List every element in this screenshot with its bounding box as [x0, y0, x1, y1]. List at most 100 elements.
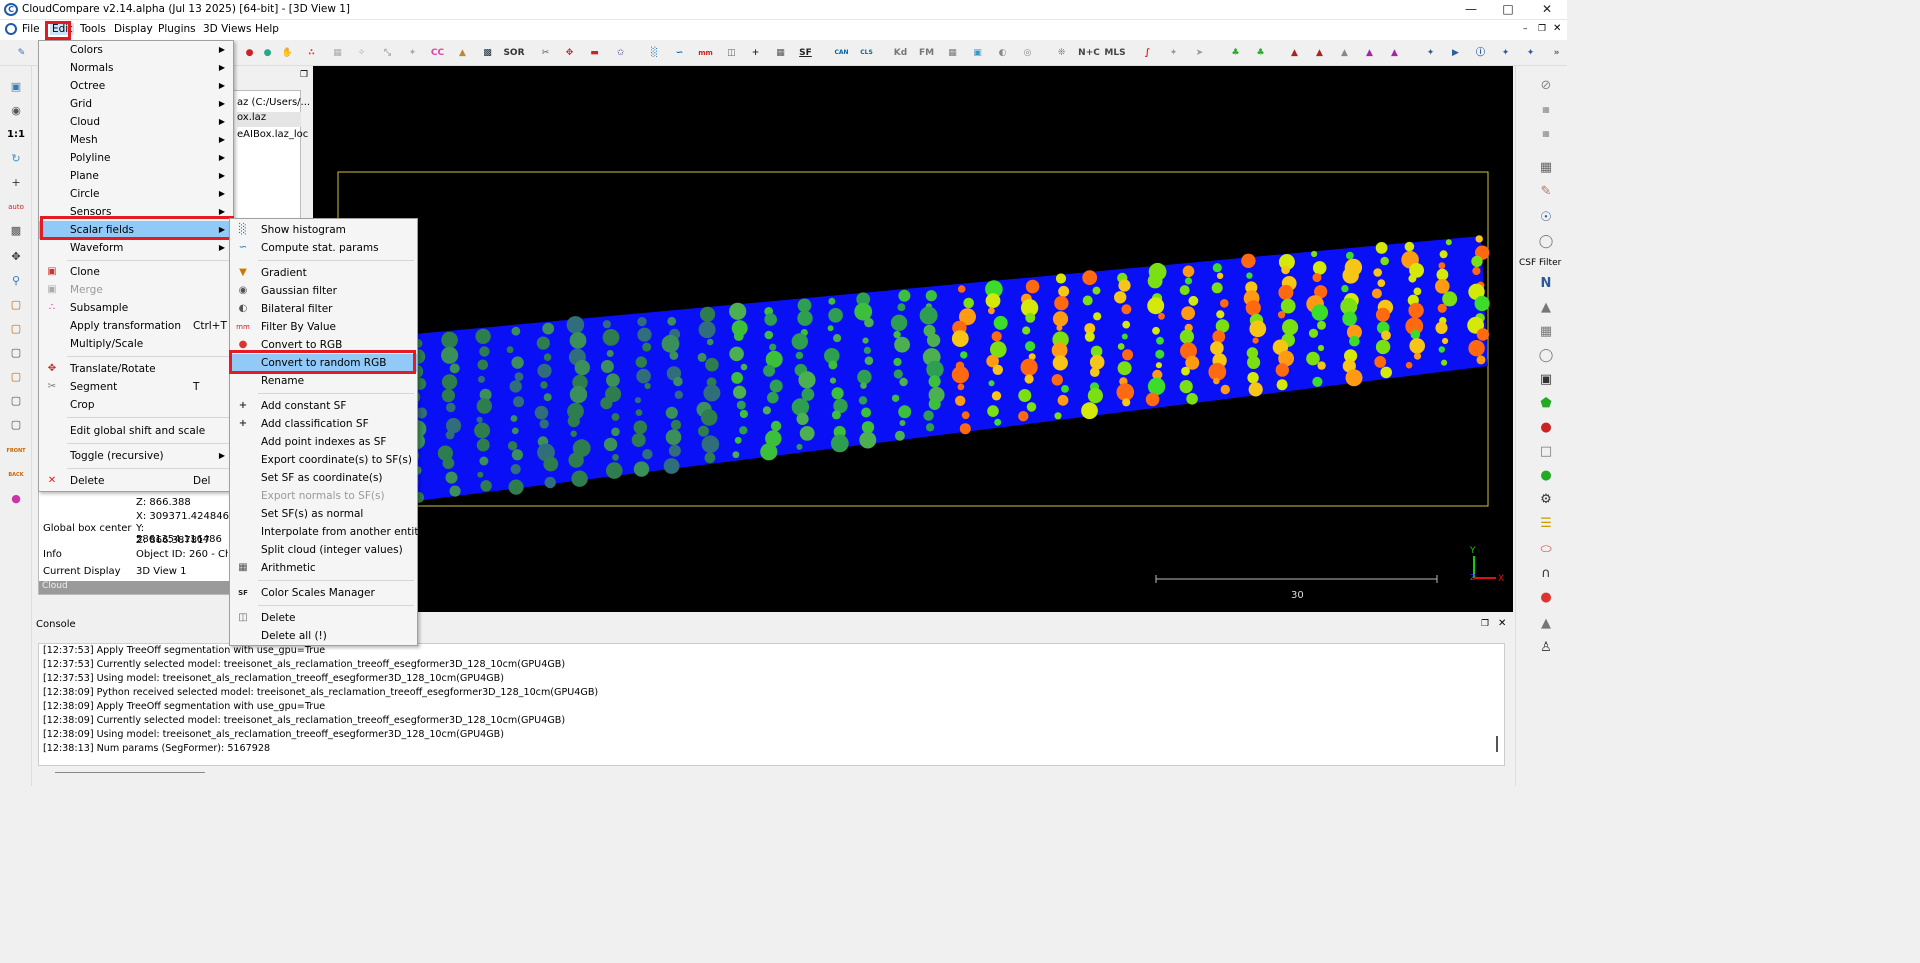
- canupo-create-icon[interactable]: CAN: [832, 44, 851, 62]
- menu-item-add-constant-sf[interactable]: + Add constant SF: [230, 397, 417, 415]
- building2-icon[interactable]: ▲: [1310, 44, 1329, 62]
- menu-item-arithmetic[interactable]: ▦ Arithmetic: [230, 559, 417, 577]
- csv-icon[interactable]: ▦: [1535, 100, 1557, 120]
- menu-item-edit-global-shift[interactable]: Edit global shift and scale: [39, 422, 233, 440]
- translate-icon[interactable]: ✥: [560, 44, 579, 62]
- menu-item-gradient[interactable]: ▼ Gradient: [230, 264, 417, 282]
- plot-icon[interactable]: ∽: [670, 44, 689, 62]
- menu-item-polyline[interactable]: Polyline ▶: [39, 149, 233, 167]
- rgb-icon[interactable]: ●: [1535, 418, 1557, 438]
- front-iso-button[interactable]: FRONT: [6, 442, 26, 460]
- mdi-close-icon[interactable]: ✕: [1553, 23, 1561, 34]
- axis-icon[interactable]: ✩: [611, 44, 630, 62]
- menu-item-interpolate[interactable]: Interpolate from another entity: [230, 523, 425, 541]
- menu-item-normals[interactable]: Normals ▶: [39, 59, 233, 77]
- menu-item-delete[interactable]: ✕ Delete Del: [39, 472, 233, 490]
- rev-icon[interactable]: ▣: [1535, 370, 1557, 390]
- scissors-icon[interactable]: ✂: [536, 44, 555, 62]
- sor-button[interactable]: SOR: [502, 44, 526, 62]
- rotate-icon[interactable]: ↻: [6, 150, 26, 168]
- terrain-icon[interactable]: ▲: [1535, 614, 1557, 634]
- ellipse-icon[interactable]: ⬭: [1535, 540, 1557, 560]
- app-menu-icon[interactable]: [5, 23, 17, 35]
- menu-item-translate-rotate[interactable]: ✥ Translate/Rotate: [39, 360, 233, 378]
- tree-item[interactable]: eAIBox.laz_loc: [237, 129, 308, 140]
- move-icon[interactable]: ✥: [6, 248, 26, 266]
- python-icon[interactable]: ✦: [1421, 44, 1440, 62]
- sample-icon[interactable]: ●: [240, 44, 259, 62]
- console-close-icon[interactable]: ✕: [1498, 618, 1506, 629]
- menu-item-add-classification-sf[interactable]: + Add classification SF: [230, 415, 417, 433]
- menu-item-apply-transformation[interactable]: Apply transformation Ctrl+T: [39, 317, 233, 335]
- calculator-icon[interactable]: ▦: [771, 44, 790, 62]
- color-icon[interactable]: ●: [258, 44, 277, 62]
- menu-item-grid[interactable]: Grid ▶: [39, 95, 233, 113]
- menu-3d-views[interactable]: 3D Views: [203, 23, 252, 35]
- menu-item-plane[interactable]: Plane ▶: [39, 167, 233, 185]
- menu-item-split-cloud[interactable]: Split cloud (integer values): [230, 541, 417, 559]
- menu-item-bilateral-filter[interactable]: ◐ Bilateral filter: [230, 300, 417, 318]
- menu-file[interactable]: File: [22, 23, 40, 35]
- shield2-icon[interactable]: ◯: [1535, 346, 1557, 366]
- checker-icon[interactable]: ▩: [478, 44, 497, 62]
- mls-button[interactable]: MLS: [1103, 44, 1127, 62]
- csf-filter-label[interactable]: CSF Filter: [1519, 258, 1561, 268]
- filmstrip-icon[interactable]: ▦: [1535, 158, 1557, 178]
- compass-tb-icon[interactable]: ➤: [1190, 44, 1209, 62]
- menu-item-cloud[interactable]: Cloud ▶: [39, 113, 233, 131]
- add-sf-icon[interactable]: +: [746, 44, 765, 62]
- menu-item-sf-delete-all[interactable]: Delete all (!): [230, 627, 417, 645]
- left-view-icon[interactable]: ▢: [6, 344, 26, 362]
- points-icon[interactable]: ∴: [302, 44, 321, 62]
- menu-item-waveform[interactable]: Waveform ▶: [39, 239, 233, 257]
- console-hscrollbar[interactable]: [55, 772, 205, 773]
- python-info-icon[interactable]: ⓘ: [1471, 44, 1490, 62]
- people-icon[interactable]: ♙: [1535, 638, 1557, 658]
- trees2-icon[interactable]: ♣: [1251, 44, 1270, 62]
- python-repl-icon[interactable]: ✦: [1496, 44, 1515, 62]
- g3-icon[interactable]: ●: [1535, 466, 1557, 486]
- hpr-icon[interactable]: ▦: [943, 44, 962, 62]
- gears-icon[interactable]: ⚙: [1535, 490, 1557, 510]
- fm-button[interactable]: FM: [917, 44, 936, 62]
- menu-item-multiply-scale[interactable]: Multiply/Scale: [39, 335, 233, 353]
- n-button[interactable]: N: [1535, 274, 1557, 294]
- layers-icon[interactable]: ☰: [1535, 514, 1557, 534]
- camera-icon[interactable]: ◉: [6, 102, 26, 120]
- cc-icon[interactable]: CC: [428, 44, 447, 62]
- bottom-view-icon[interactable]: ▢: [6, 416, 26, 434]
- pentagon-icon[interactable]: ⬟: [1535, 394, 1557, 414]
- auto-pivot-button[interactable]: auto: [6, 198, 26, 216]
- mesh-icon[interactable]: ▦: [328, 44, 347, 62]
- front-view-icon[interactable]: ▢: [6, 320, 26, 338]
- cube-icon[interactable]: □: [1535, 442, 1557, 462]
- pivot-icon[interactable]: +: [6, 174, 26, 192]
- menu-item-mesh[interactable]: Mesh ▶: [39, 131, 233, 149]
- mdi-minimize-icon[interactable]: –: [1523, 24, 1528, 34]
- trees-icon[interactable]: ♣: [1226, 44, 1245, 62]
- menu-item-segment[interactable]: ✂ Segment T: [39, 378, 233, 396]
- python-run-icon[interactable]: ▶: [1446, 44, 1465, 62]
- menu-item-export-coordinates[interactable]: Export coordinate(s) to SF(s): [230, 451, 417, 469]
- mic-icon[interactable]: ▦: [1535, 322, 1557, 342]
- menu-plugins[interactable]: Plugins: [158, 23, 196, 35]
- menu-item-subsample[interactable]: ∴ Subsample: [39, 299, 233, 317]
- hand-icon[interactable]: ✋: [278, 44, 297, 62]
- maximize-button[interactable]: □: [1488, 0, 1528, 20]
- trash-sf-icon[interactable]: ◫: [722, 44, 741, 62]
- menu-item-crop[interactable]: Crop: [39, 396, 233, 414]
- menu-item-set-sf-as-normal[interactable]: Set SF(s) as normal: [230, 505, 417, 523]
- close-button[interactable]: ✕: [1527, 0, 1567, 20]
- distance-icon[interactable]: ✦: [403, 44, 422, 62]
- kd-button[interactable]: Kd: [891, 44, 910, 62]
- menu-item-clone[interactable]: ▣ Clone: [39, 263, 233, 281]
- menu-item-color-scales-manager[interactable]: SF Color Scales Manager: [230, 584, 417, 602]
- menu-item-sf-delete[interactable]: ◫ Delete: [230, 609, 417, 627]
- zoom-1to1-button[interactable]: 1:1: [6, 126, 26, 144]
- right-view-icon[interactable]: ▢: [6, 392, 26, 410]
- menu-item-show-histogram[interactable]: ░ Show histogram: [230, 221, 417, 239]
- ransac-icon[interactable]: ✦: [1164, 44, 1183, 62]
- panel-float-icon[interactable]: ❐: [300, 70, 308, 80]
- pick-icon[interactable]: ✧: [352, 44, 371, 62]
- projection-icon[interactable]: ▩: [6, 222, 26, 240]
